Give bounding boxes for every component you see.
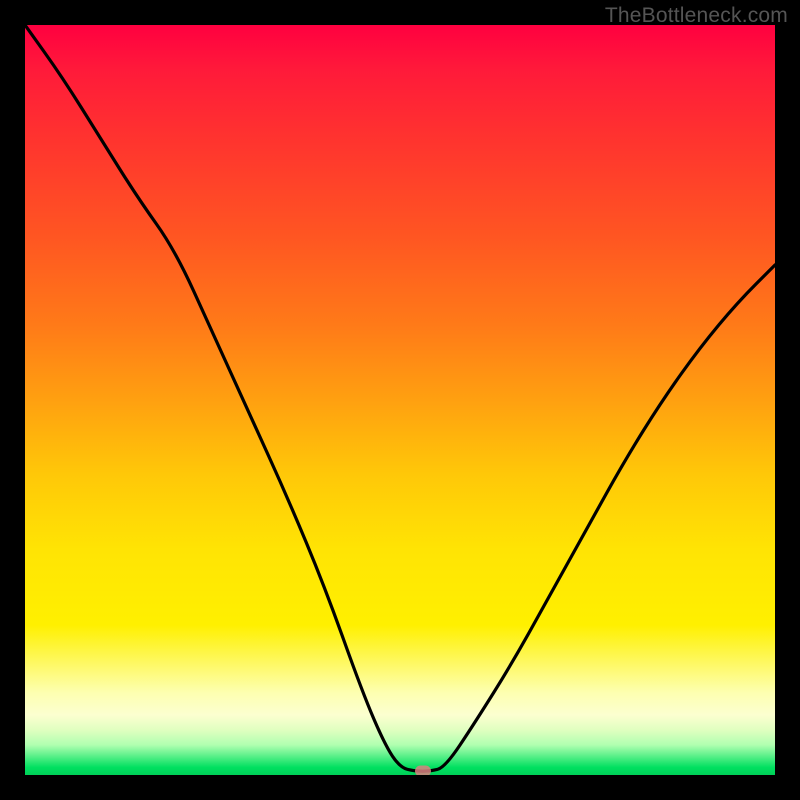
bottleneck-curve [25,25,775,775]
chart-frame: TheBottleneck.com [0,0,800,800]
optimal-point-marker [415,766,431,775]
plot-area [25,25,775,775]
watermark-text: TheBottleneck.com [605,4,788,28]
